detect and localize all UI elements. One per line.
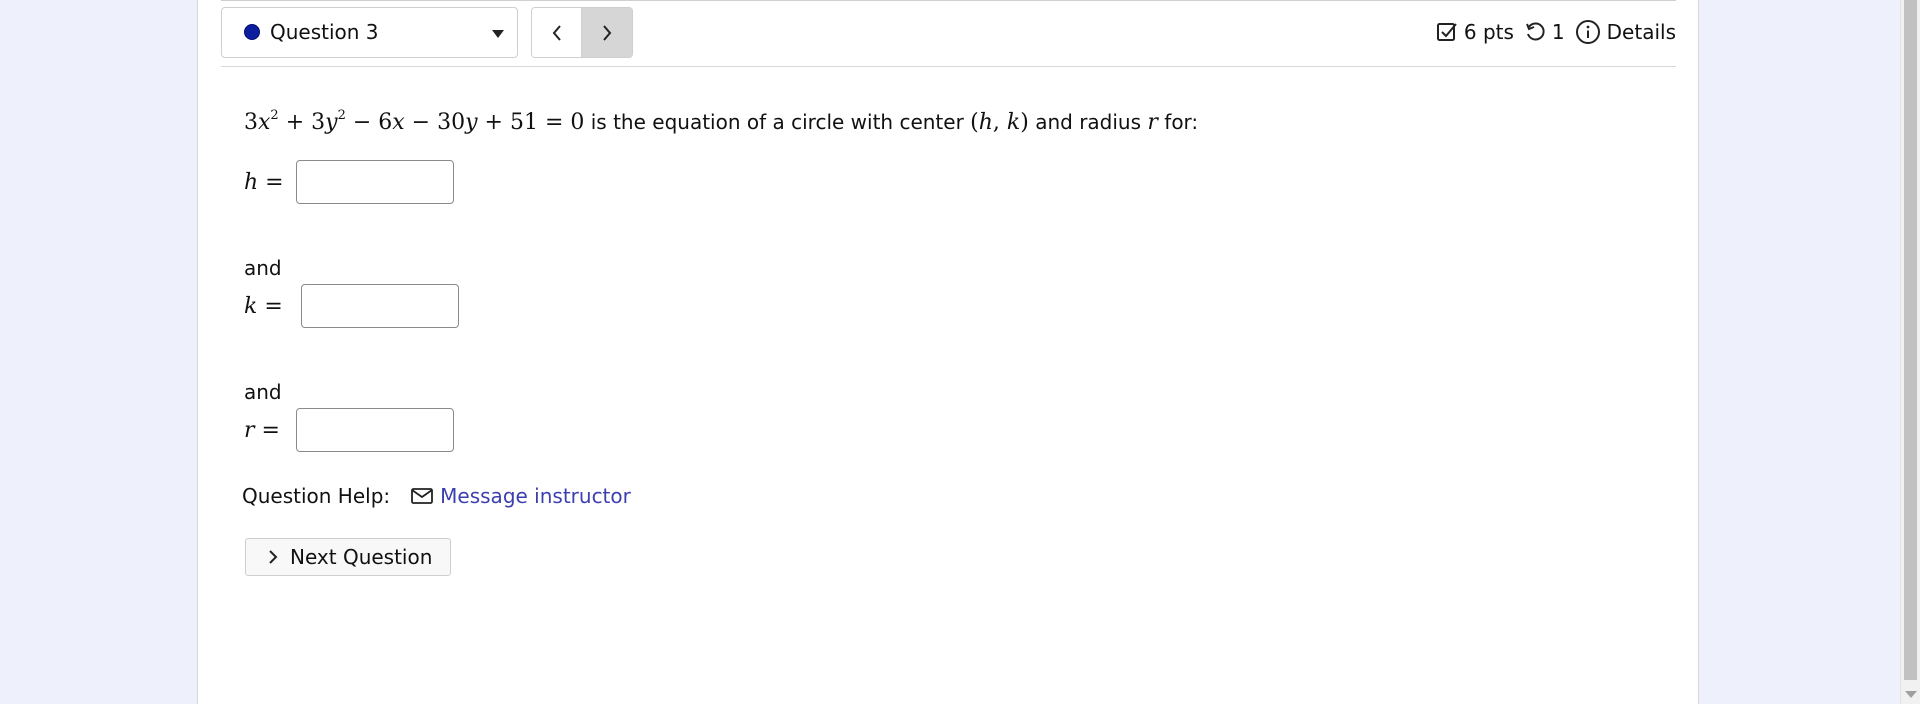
h-answer-row: h = [244, 160, 454, 204]
next-question-label: Next Question [290, 545, 433, 569]
r-label: r = [244, 417, 280, 443]
k-answer-input[interactable] [300, 284, 459, 328]
problem-statement: 3x2 + 3y2 − 6x − 30y + 51 = 0 is the equ… [244, 101, 1198, 138]
r-answer-input[interactable] [295, 408, 454, 452]
chevron-right-icon [269, 550, 278, 564]
checkbox-icon [1436, 23, 1457, 41]
r-answer-row: r = [244, 408, 454, 452]
radius-r: r [1147, 110, 1158, 135]
statement-and: and radius [1035, 110, 1142, 134]
h-label: h = [244, 169, 284, 195]
and-text-1: and [244, 256, 282, 280]
statement-mid: is the equation of a circle with center [590, 110, 964, 134]
details-button[interactable]: Details [1575, 19, 1676, 45]
h-answer-input[interactable] [295, 160, 454, 204]
retry-icon [1525, 22, 1545, 41]
chevron-left-icon [552, 24, 561, 41]
and-text-2: and [244, 380, 282, 404]
circle-equation: 3x2 + 3y2 − 6x − 30y + 51 = 0 [244, 108, 585, 135]
question-status-dot [244, 24, 260, 40]
next-question-button[interactable]: Next Question [245, 538, 451, 576]
scroll-down-arrow-icon[interactable] [1905, 691, 1917, 698]
message-instructor-link[interactable]: Message instructor [410, 484, 631, 508]
vertical-scrollbar[interactable] [1900, 0, 1920, 704]
question-header: Question 3 6 pts 1 Details [221, 7, 1676, 67]
attempts-text: 1 [1551, 20, 1565, 44]
question-selector[interactable]: Question 3 [221, 7, 518, 58]
previous-question-button[interactable] [532, 8, 583, 57]
info-icon [1575, 20, 1600, 44]
question-meta: 6 pts 1 Details [1426, 17, 1676, 47]
k-answer-row: k = [244, 284, 459, 328]
scrollbar-thumb[interactable] [1904, 0, 1917, 680]
question-selector-label: Question 3 [270, 20, 379, 44]
message-instructor-text: Message instructor [440, 484, 631, 508]
attempts-indicator: 1 [1524, 20, 1565, 44]
question-nav [531, 7, 633, 58]
center-hk: (h, k) [970, 110, 1029, 135]
top-divider [221, 0, 1676, 1]
statement-end: for: [1164, 110, 1199, 134]
question-help: Question Help: Message instructor [242, 484, 631, 508]
k-label: k = [244, 293, 283, 319]
next-question-nav-button[interactable] [582, 8, 632, 57]
caret-down-icon [492, 30, 504, 38]
question-help-label: Question Help: [242, 484, 391, 508]
points-indicator: 6 pts [1436, 20, 1514, 44]
details-text: Details [1606, 20, 1676, 44]
question-page: Question 3 6 pts 1 Details 3x2 + 3y2 − 6… [197, 0, 1699, 704]
chevron-right-icon [603, 24, 612, 41]
envelope-icon [411, 488, 434, 504]
points-text: 6 pts [1463, 20, 1514, 44]
